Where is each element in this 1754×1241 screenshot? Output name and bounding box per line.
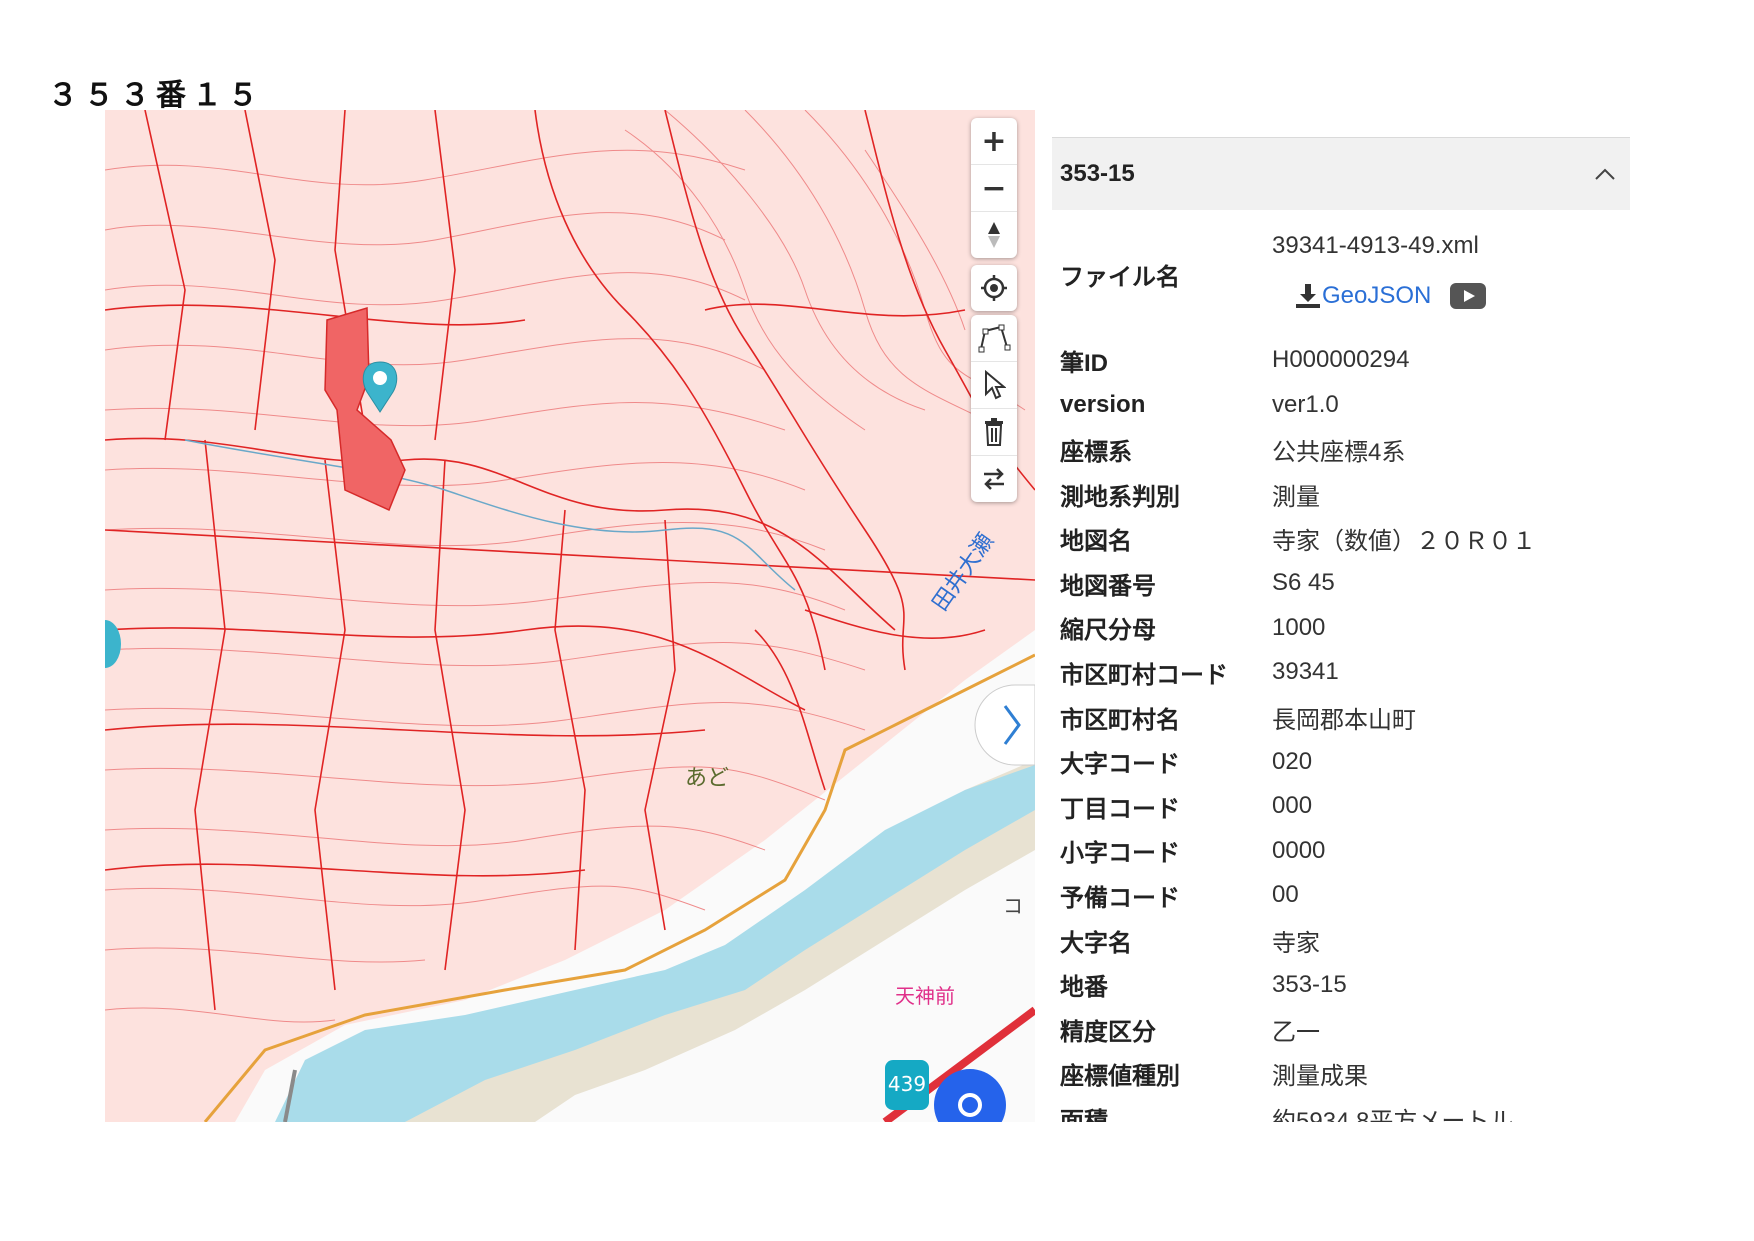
locate-button[interactable]	[971, 265, 1017, 311]
property-key: 丁目コード	[1060, 795, 1180, 823]
property-row: 大字コード 020	[1052, 739, 1630, 784]
panel-header[interactable]: 353-15	[1052, 137, 1630, 210]
property-key: 市区町村コード	[1060, 661, 1228, 689]
property-value: 39341	[1272, 658, 1339, 686]
property-value: 測量成果	[1272, 1063, 1368, 1091]
property-value: H000000294	[1272, 346, 1410, 374]
property-row: 小字コード 0000	[1052, 829, 1630, 874]
draw-toolbar	[971, 315, 1017, 502]
property-key: 測地系判別	[1060, 483, 1180, 511]
property-value: 020	[1272, 747, 1313, 775]
route-number-label: 439	[887, 1072, 927, 1096]
property-value: 寺家（数値）２０Ｒ０１	[1272, 528, 1536, 556]
property-key: 地図番号	[1060, 572, 1156, 600]
delete-button[interactable]	[971, 408, 1017, 455]
locate-toolbar	[971, 265, 1017, 311]
parcel-info-panel: 353-15 ファイル名 39341-4913-49.xml GeoJSON 筆…	[1052, 137, 1630, 1122]
map-view[interactable]: あど 天神前 439 田井大瀬 コ + −	[105, 110, 1035, 1122]
panel-title: 353-15	[1060, 160, 1135, 187]
file-name-value: 39341-4913-49.xml	[1272, 232, 1479, 259]
property-key: 精度区分	[1060, 1018, 1156, 1046]
property-value: 353-15	[1272, 970, 1347, 998]
property-key: 座標系	[1060, 438, 1132, 466]
property-key: 大字コード	[1060, 751, 1180, 779]
property-value: 長岡郡本山町	[1272, 706, 1416, 734]
property-row: 縮尺分母 1000	[1052, 606, 1630, 651]
property-row: version ver1.0	[1052, 383, 1630, 428]
property-row: 大字名 寺家	[1052, 918, 1630, 963]
place-label-tenjinmae: 天神前	[895, 984, 955, 1008]
property-value: 000	[1272, 792, 1313, 820]
property-row: 地図番号 S6 45	[1052, 561, 1630, 606]
property-row: 測地系判別 測量	[1052, 472, 1630, 517]
geojson-download-link[interactable]: GeoJSON	[1294, 282, 1431, 310]
property-row: 筆ID H000000294	[1052, 338, 1630, 383]
download-icon	[1296, 284, 1320, 308]
minus-icon: −	[981, 170, 1007, 206]
property-key: 縮尺分母	[1060, 617, 1156, 645]
property-key: 大字名	[1060, 929, 1132, 957]
property-key: 地図名	[1060, 528, 1132, 556]
property-value: 公共座標4系	[1272, 438, 1406, 466]
property-value: 測量	[1272, 483, 1320, 511]
property-value: 乙一	[1272, 1018, 1320, 1046]
file-row: ファイル名 39341-4913-49.xml GeoJSON	[1052, 210, 1630, 338]
zoom-toolbar: + −	[971, 118, 1017, 258]
zoom-out-button[interactable]: −	[971, 164, 1017, 211]
property-value: 1000	[1272, 613, 1326, 641]
property-value: S6 45	[1272, 569, 1335, 597]
property-row: 地図名 寺家（数値）２０Ｒ０１	[1052, 516, 1630, 561]
trash-icon	[985, 418, 1003, 446]
geojson-link-text: GeoJSON	[1322, 282, 1432, 309]
property-row: 丁目コード 000	[1052, 784, 1630, 829]
property-row: 市区町村コード 39341	[1052, 650, 1630, 695]
property-row: 精度区分 乙一	[1052, 1007, 1630, 1052]
property-key: 面積	[1060, 1107, 1108, 1122]
property-value: ver1.0	[1272, 390, 1339, 418]
pointer-icon	[985, 370, 1006, 400]
place-label-ado: あど	[685, 766, 730, 791]
map-canvas[interactable]	[105, 110, 1035, 1122]
property-row: 面積 約5934.8平方メートル	[1052, 1096, 1630, 1122]
property-key: 地番	[1060, 974, 1108, 1002]
property-key: 小字コード	[1060, 840, 1180, 868]
property-row: 予備コード 00	[1052, 873, 1630, 918]
property-value: 約5934.8平方メートル	[1272, 1107, 1514, 1122]
map-edge-label: コ	[1003, 894, 1023, 918]
property-value: 寺家	[1272, 929, 1320, 957]
property-value: 0000	[1272, 836, 1326, 864]
select-button[interactable]	[971, 361, 1017, 408]
property-row: 座標値種別 測量成果	[1052, 1052, 1630, 1097]
plus-icon: +	[981, 123, 1007, 159]
crosshair-icon	[981, 275, 1007, 301]
polygon-draw-icon	[978, 324, 1011, 353]
property-row: 座標系 公共座標4系	[1052, 427, 1630, 472]
swap-button[interactable]	[971, 455, 1017, 502]
property-row: 地番 353-15	[1052, 962, 1630, 1007]
property-value: 00	[1272, 881, 1299, 909]
swap-arrows-icon	[984, 468, 1004, 490]
property-list: 筆ID H000000294 version ver1.0 座標系 公共座標4系 測地…	[1052, 338, 1630, 1122]
property-key: 筆ID	[1060, 349, 1108, 377]
chevron-up-icon[interactable]	[1594, 167, 1616, 181]
page-title: ３５３番１５	[48, 78, 264, 113]
youtube-icon[interactable]	[1449, 282, 1487, 310]
property-key: 市区町村名	[1060, 706, 1180, 734]
draw-polygon-button[interactable]	[971, 315, 1017, 361]
property-row: 市区町村名 長岡郡本山町	[1052, 695, 1630, 740]
property-key: 予備コード	[1060, 884, 1180, 912]
compass-button[interactable]	[971, 211, 1017, 258]
zoom-in-button[interactable]: +	[971, 118, 1017, 164]
file-label: ファイル名	[1060, 263, 1180, 291]
property-key: 座標値種別	[1060, 1063, 1180, 1091]
compass-icon	[988, 222, 1000, 248]
property-key: version	[1060, 390, 1146, 418]
